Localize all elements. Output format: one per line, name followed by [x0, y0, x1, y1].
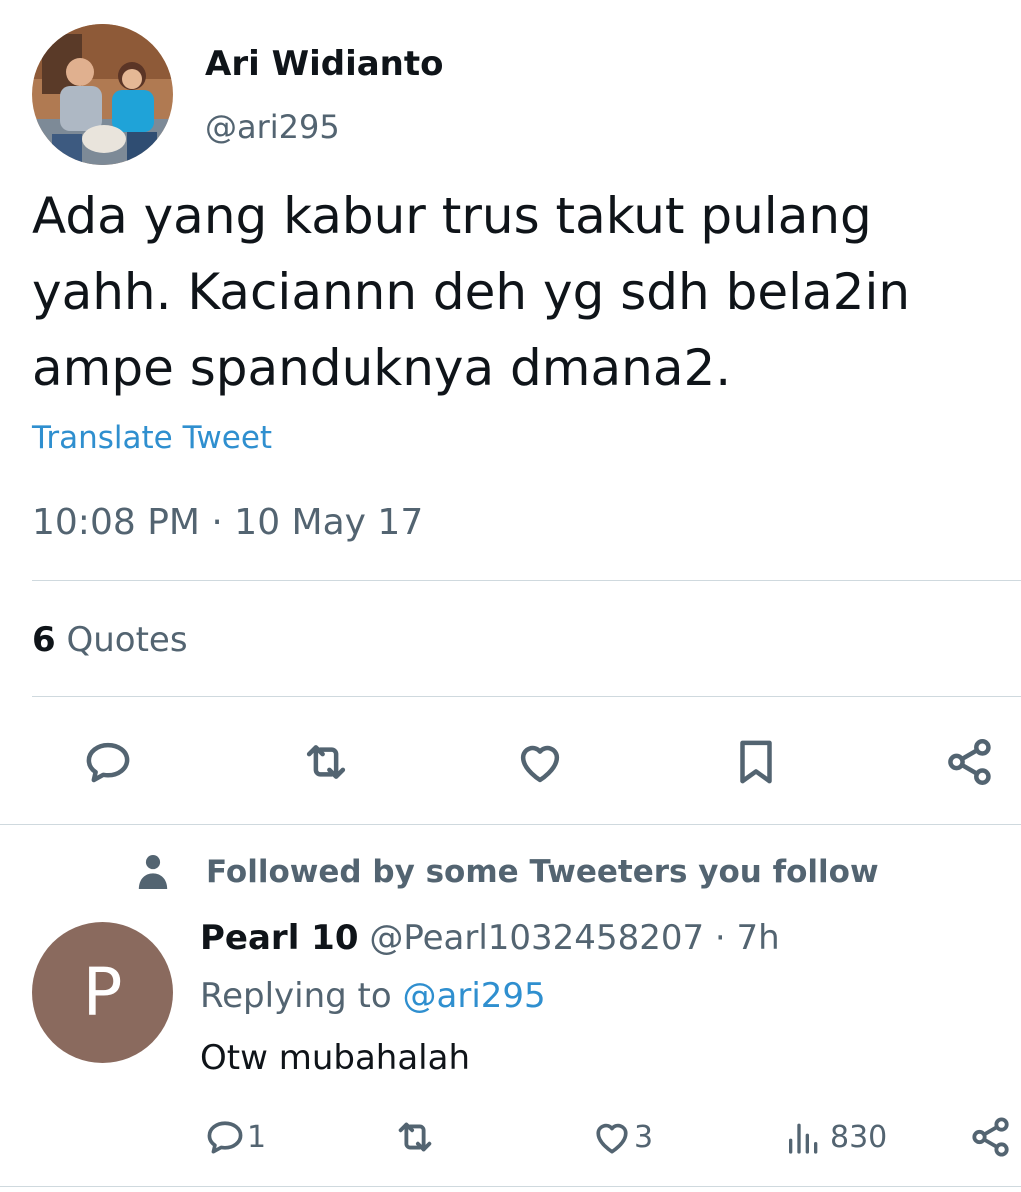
divider — [0, 1186, 1021, 1187]
social-context-label: Followed by some Tweeters you follow — [206, 854, 879, 890]
quotes-number: 6 — [32, 620, 56, 660]
like-count: 3 — [634, 1119, 654, 1155]
replying-to-mention[interactable]: @ari295 — [403, 976, 546, 1016]
share-icon — [948, 739, 991, 785]
reply-retweet-button[interactable] — [392, 1112, 438, 1162]
reply-icon — [86, 742, 130, 783]
bookmark-button[interactable] — [726, 732, 786, 792]
translate-tweet-link[interactable]: Translate Tweet — [32, 420, 272, 456]
author-name[interactable]: Ari Widianto — [205, 44, 443, 84]
avatar-photo-image — [32, 24, 173, 165]
social-context: Followed by some Tweeters you follow — [136, 850, 879, 894]
reply-button[interactable] — [78, 732, 138, 792]
replying-to-label: Replying to — [200, 976, 392, 1016]
reply-like-button[interactable]: 3 — [590, 1112, 653, 1162]
replying-to: Replying to @ari295 — [200, 976, 546, 1016]
divider — [32, 580, 1021, 581]
reply-icon — [207, 1121, 243, 1154]
like-button[interactable] — [510, 732, 570, 792]
views-count: 830 — [830, 1119, 888, 1155]
person-icon — [138, 855, 168, 889]
bookmark-icon — [740, 740, 772, 784]
divider — [32, 696, 1021, 697]
author-handle[interactable]: @ari295 — [205, 108, 340, 146]
author-avatar[interactable] — [32, 24, 173, 165]
like-icon — [596, 1123, 628, 1154]
retweet-icon — [398, 1122, 432, 1152]
divider — [0, 824, 1021, 825]
tweet-timestamp[interactable]: 10:08 PM · 10 May 17 — [32, 502, 423, 543]
views-icon — [789, 1123, 818, 1154]
reply-text: Otw mubahalah — [200, 1038, 471, 1078]
reply-reply-button[interactable]: 1 — [203, 1112, 266, 1162]
reply-author-name[interactable]: Pearl 10 — [200, 918, 359, 958]
tweet-text: Ada yang kabur trus takut pulang yahh. K… — [32, 187, 911, 397]
quotes-label: Quotes — [66, 620, 188, 660]
retweet-button[interactable] — [296, 732, 356, 792]
retweet-icon — [306, 745, 346, 779]
reply-views-button[interactable]: 830 — [784, 1112, 887, 1162]
reply-handle-time[interactable]: @Pearl1032458207 · 7h — [369, 918, 779, 958]
reply-share-button[interactable] — [968, 1112, 1014, 1162]
reply-avatar[interactable]: P — [32, 922, 173, 1063]
quotes-count[interactable]: 6 Quotes — [32, 620, 188, 660]
share-button[interactable] — [940, 732, 1000, 792]
share-icon — [972, 1117, 1009, 1157]
like-icon — [520, 745, 560, 783]
reply-count: 1 — [247, 1119, 267, 1155]
reply-header: Pearl 10 @Pearl1032458207 · 7h — [200, 918, 780, 958]
